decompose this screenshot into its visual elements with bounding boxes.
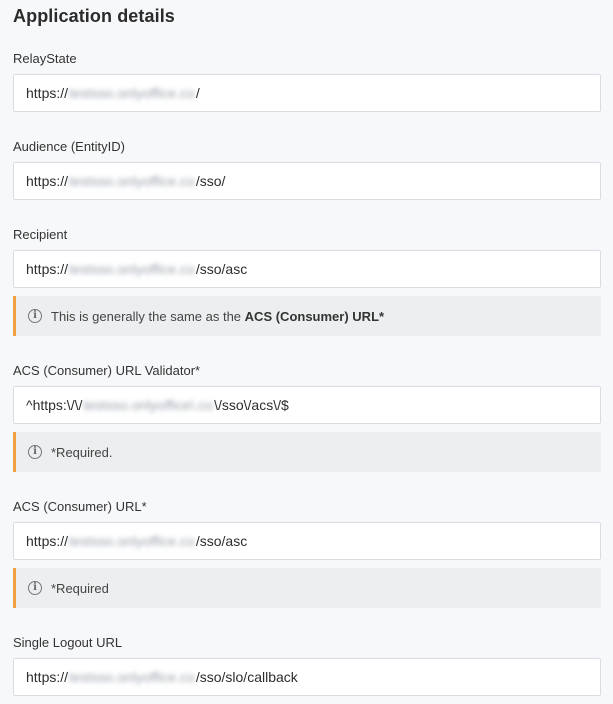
audience-input[interactable]: https://testsso.onlyoffice.co/sso/: [13, 162, 601, 200]
info-circle-icon: i: [28, 445, 42, 459]
recipient-input[interactable]: https://testsso.onlyoffice.co/sso/asc: [13, 250, 601, 288]
recipient-hint-text: This is generally the same as the: [51, 308, 242, 324]
single-logout-input[interactable]: https://testsso.onlyoffice.co/sso/slo/ca…: [13, 658, 601, 696]
recipient-masked-domain: testsso.onlyoffice.co: [69, 261, 195, 277]
audience-prefix: https://: [26, 173, 69, 189]
audience-suffix: /sso/: [195, 173, 226, 189]
relaystate-masked-domain: testsso.onlyoffice.co: [69, 85, 195, 101]
info-circle-icon: i: [28, 309, 42, 323]
relaystate-input[interactable]: https://testsso.onlyoffice.co /: [13, 74, 601, 112]
acs-url-suffix: /sso/asc: [195, 533, 248, 549]
single-logout-label: Single Logout URL: [13, 635, 123, 650]
single-logout-masked-domain: testsso.onlyoffice.co: [69, 669, 195, 685]
relaystate-label: RelayState: [13, 51, 77, 66]
audience-masked-domain: testsso.onlyoffice.co: [69, 173, 195, 189]
acs-url-hint: i *Required: [13, 568, 601, 608]
acs-url-masked-domain: testsso.onlyoffice.co: [69, 533, 195, 549]
acs-validator-prefix: ^https:\/\/: [26, 397, 83, 413]
acs-url-prefix: https://: [26, 533, 69, 549]
info-circle-icon: i: [28, 581, 42, 595]
acs-validator-hint-text: *Required.: [51, 444, 113, 460]
acs-url-input[interactable]: https://testsso.onlyoffice.co/sso/asc: [13, 522, 601, 560]
acs-validator-input[interactable]: ^https:\/\/testsso.onlyoffice\.co \/sso\/…: [13, 386, 601, 424]
single-logout-prefix: https://: [26, 669, 69, 685]
relaystate-prefix: https://: [26, 85, 69, 101]
recipient-prefix: https://: [26, 261, 69, 277]
acs-validator-label: ACS (Consumer) URL Validator*: [13, 363, 201, 378]
audience-label: Audience (EntityID): [13, 139, 125, 154]
acs-validator-hint: i *Required.: [13, 432, 601, 472]
recipient-label: Recipient: [13, 227, 68, 242]
acs-url-label: ACS (Consumer) URL*: [13, 499, 147, 514]
recipient-hint-bold: ACS (Consumer) URL*: [244, 308, 385, 324]
recipient-hint: i This is generally the same as the ACS …: [13, 296, 601, 336]
acs-validator-masked-domain: testsso.onlyoffice\.co: [83, 397, 214, 413]
section-title: Application details: [13, 6, 175, 26]
single-logout-suffix: /sso/slo/callback: [195, 669, 298, 685]
recipient-suffix: /sso/asc: [195, 261, 248, 277]
application-details-panel: Application details RelayState https://t…: [0, 0, 613, 704]
acs-validator-suffix: \/sso\/acs\/$: [214, 397, 289, 413]
acs-url-hint-text: *Required: [51, 580, 109, 596]
relaystate-suffix: /: [195, 85, 200, 101]
